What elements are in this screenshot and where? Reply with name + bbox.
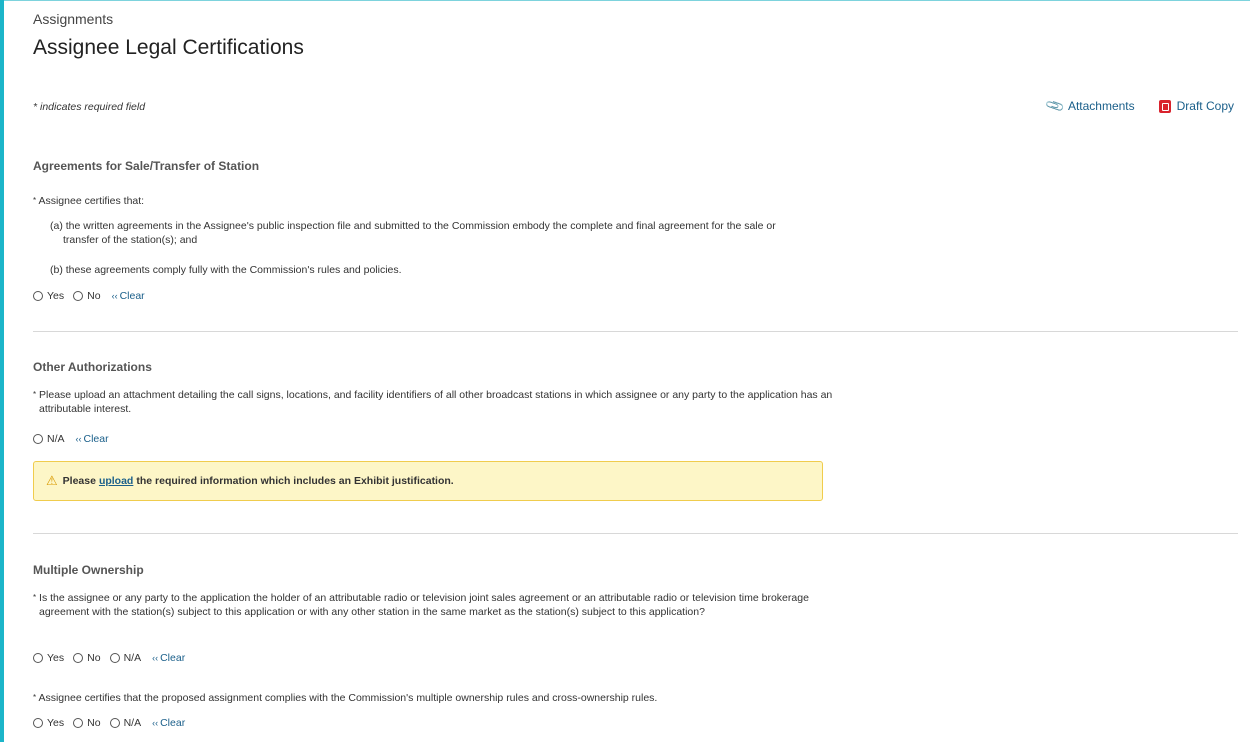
radio-circle[interactable] xyxy=(33,653,43,663)
radio-label: Yes xyxy=(47,717,65,729)
required-marker: * xyxy=(33,390,37,399)
radio-no[interactable]: No xyxy=(73,290,101,302)
radio-circle[interactable] xyxy=(73,653,84,663)
radio-circle[interactable] xyxy=(109,718,120,728)
radio-group-agreements: Yes No ‹‹ Clear xyxy=(33,290,145,302)
radio-label: No xyxy=(87,717,101,729)
paperclip-icon: 📎 xyxy=(1043,95,1066,117)
radio-circle[interactable] xyxy=(33,434,43,444)
clear-label: Clear xyxy=(83,433,109,445)
double-chevron-left-icon: ‹‹ xyxy=(111,291,118,301)
warning-icon: ⚠ xyxy=(46,473,58,488)
certification-item-b: (b) these agreements comply fully with t… xyxy=(50,264,402,276)
question-text: Is the assignee or any party to the appl… xyxy=(39,592,809,618)
certification-item-a: (a) the written agreements in the Assign… xyxy=(50,220,776,246)
clear-link[interactable]: ‹‹ Clear xyxy=(112,290,145,302)
question-text: Please upload an attachment detailing th… xyxy=(39,389,833,415)
top-border xyxy=(4,0,1250,1)
section-title-multiple-ownership: Multiple Ownership xyxy=(33,563,144,577)
upload-warning-alert: ⚠ Please upload the required information… xyxy=(33,461,823,501)
radio-circle[interactable] xyxy=(109,653,120,663)
radio-label: No xyxy=(87,652,101,664)
required-field-note: * indicates required field xyxy=(33,101,146,113)
double-chevron-left-icon: ‹‹ xyxy=(152,653,159,663)
attachments-link[interactable]: 📎 Attachments xyxy=(1043,95,1135,117)
page-actions: 📎 Attachments Draft Copy xyxy=(1043,95,1234,117)
radio-circle[interactable] xyxy=(33,718,43,728)
question-assignee-certifies: * Assignee certifies that: xyxy=(33,194,144,208)
radio-na[interactable]: N/A xyxy=(109,652,142,664)
section-title-agreements: Agreements for Sale/Transfer of Station xyxy=(33,159,260,173)
question-text: Assignee certifies that the proposed ass… xyxy=(38,692,658,704)
warning-text-after: the required information which includes … xyxy=(136,475,454,487)
question-ownership-rules: * Assignee certifies that the proposed a… xyxy=(33,691,657,705)
section-divider xyxy=(33,533,1238,534)
radio-label: Yes xyxy=(47,290,65,302)
question-joint-sales-agreement: * Is the assignee or any party to the ap… xyxy=(33,591,839,619)
section-divider xyxy=(33,331,1238,332)
clear-link[interactable]: ‹‹ Clear xyxy=(152,717,185,729)
upload-link[interactable]: upload xyxy=(99,475,133,487)
radio-no[interactable]: No xyxy=(73,652,101,664)
radio-yes[interactable]: Yes xyxy=(33,717,64,729)
question-text: Assignee certifies that: xyxy=(38,195,145,207)
radio-label: Yes xyxy=(47,652,65,664)
page-title: Assignee Legal Certifications xyxy=(33,36,304,59)
required-marker: * xyxy=(33,693,37,702)
radio-na[interactable]: N/A xyxy=(109,717,142,729)
required-marker: * xyxy=(33,593,37,602)
radio-group-ownership-rules: Yes No N/A ‹‹ Clear xyxy=(33,717,185,729)
radio-circle[interactable] xyxy=(73,718,84,728)
radio-label: N/A xyxy=(123,717,142,729)
attachments-label: Attachments xyxy=(1067,99,1135,113)
radio-no[interactable]: No xyxy=(73,717,101,729)
pdf-icon xyxy=(1158,99,1171,113)
clear-label: Clear xyxy=(119,290,145,302)
clear-label: Clear xyxy=(160,652,186,664)
radio-label: N/A xyxy=(123,652,142,664)
required-marker: * xyxy=(33,196,37,205)
radio-circle[interactable] xyxy=(73,291,84,301)
radio-group-other-authorizations: N/A ‹‹ Clear xyxy=(33,433,109,445)
radio-group-joint-sales: Yes No N/A ‹‹ Clear xyxy=(33,652,185,664)
radio-label: No xyxy=(87,290,101,302)
draft-copy-label: Draft Copy xyxy=(1176,99,1234,113)
clear-link[interactable]: ‹‹ Clear xyxy=(152,652,185,664)
radio-na[interactable]: N/A xyxy=(33,433,65,445)
radio-yes[interactable]: Yes xyxy=(33,290,64,302)
question-other-stations: * Please upload an attachment detailing … xyxy=(33,388,839,416)
left-accent-bar xyxy=(0,0,4,742)
draft-copy-link[interactable]: Draft Copy xyxy=(1158,99,1234,113)
section-title-other-authorizations: Other Authorizations xyxy=(33,360,152,374)
double-chevron-left-icon: ‹‹ xyxy=(152,718,159,728)
radio-label: N/A xyxy=(47,433,65,445)
radio-yes[interactable]: Yes xyxy=(33,652,64,664)
clear-label: Clear xyxy=(160,717,186,729)
double-chevron-left-icon: ‹‹ xyxy=(75,434,82,444)
breadcrumb[interactable]: Assignments xyxy=(33,11,113,27)
radio-circle[interactable] xyxy=(33,291,43,301)
warning-text-before: Please xyxy=(62,475,96,487)
clear-link[interactable]: ‹‹ Clear xyxy=(76,433,109,445)
